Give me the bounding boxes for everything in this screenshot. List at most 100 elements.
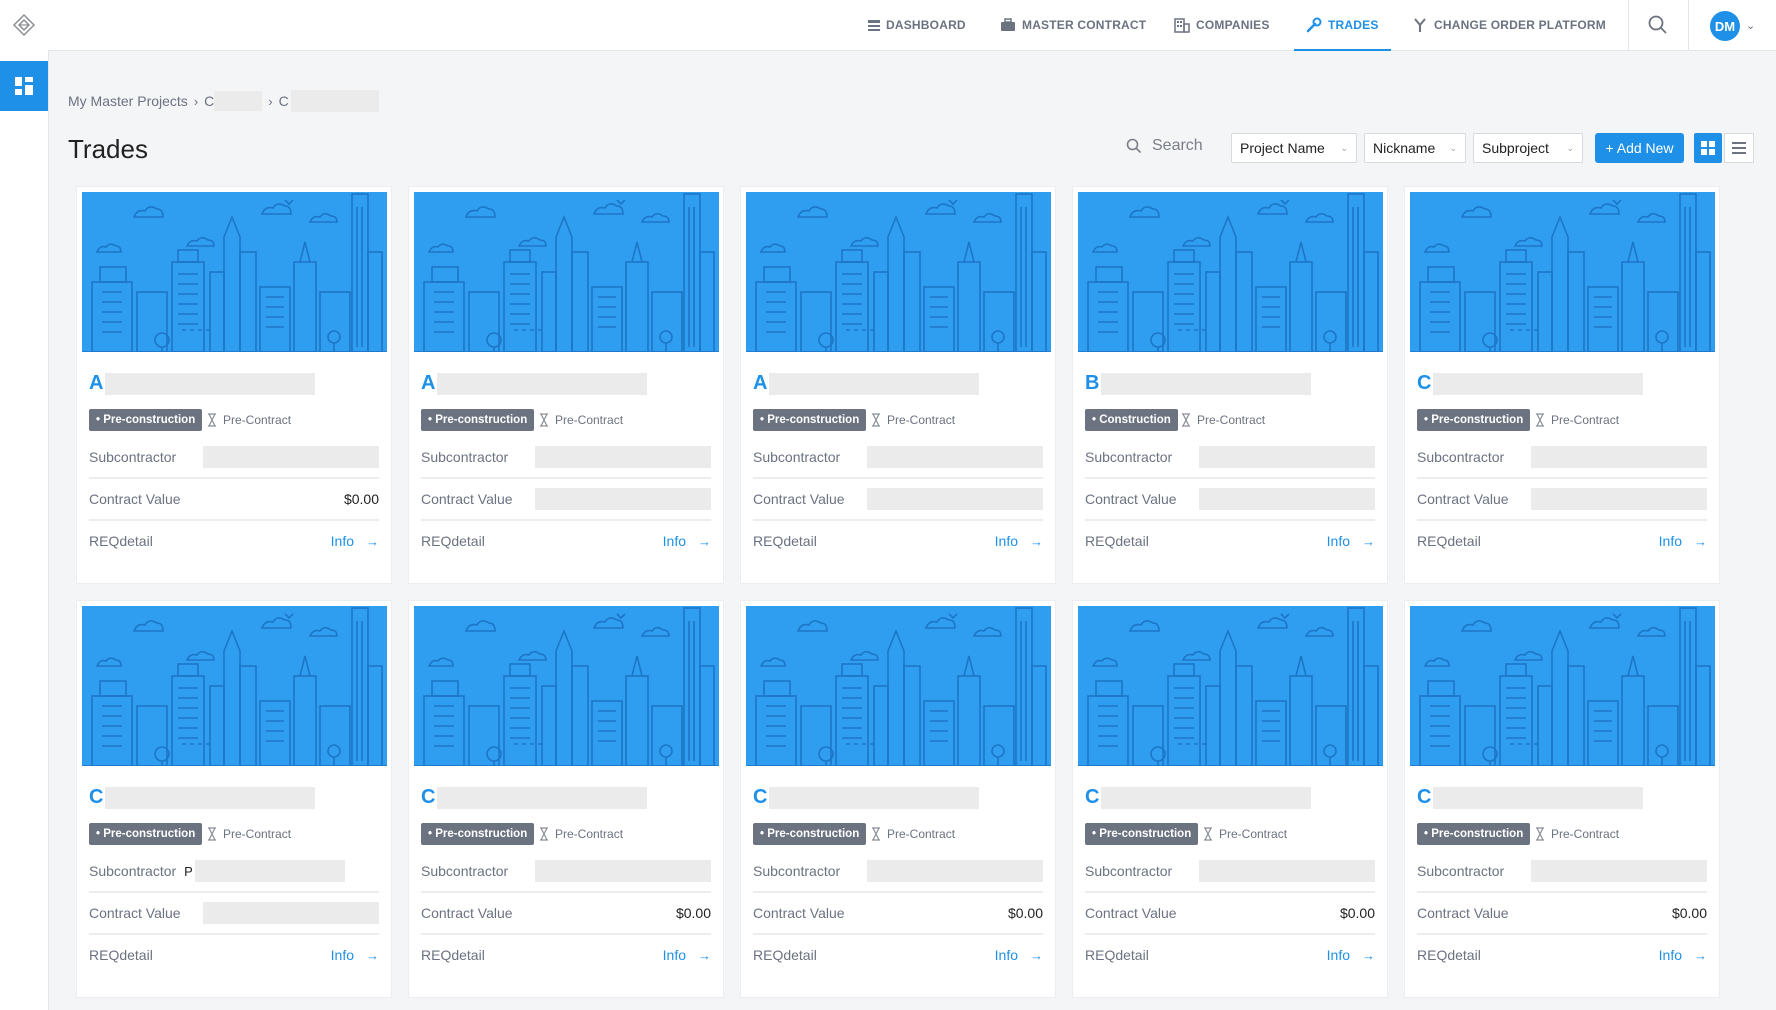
info-link-label: Info: [330, 533, 354, 549]
contract-value: $0.00: [675, 905, 711, 921]
contract-value-label: Contract Value: [1417, 905, 1509, 921]
trade-card-title-text: B: [1085, 372, 1100, 394]
nav-change-order-platform[interactable]: CHANGE ORDER PLATFORM: [1412, 0, 1606, 50]
contract-status-label: Pre-Contract: [1551, 413, 1620, 427]
req-detail-row: REQdetail Info →: [89, 521, 379, 561]
app-logo-icon[interactable]: [12, 13, 36, 37]
trade-card-image[interactable]: [1078, 606, 1383, 766]
trade-card-title[interactable]: B: [1085, 372, 1312, 395]
top-navigation-bar: DASHBOARD MASTER CONTRACT COMPANIES TRAD…: [48, 0, 1776, 51]
nav-master-contract[interactable]: MASTER CONTRACT: [1000, 0, 1146, 50]
contract-status: Pre-Contract: [871, 823, 955, 845]
project-name-filter[interactable]: Project Name ⌄: [1231, 133, 1357, 163]
redacted-block: [437, 786, 648, 809]
projects-grid-nav-button[interactable]: [0, 61, 48, 111]
contract-status: Pre-Contract: [207, 823, 291, 845]
redacted-block: [867, 488, 1043, 510]
trade-card[interactable]: A • Pre-construction Pre-Contract Subcontra…: [408, 186, 724, 584]
req-detail-row: REQdetail Info →: [753, 935, 1043, 975]
trade-card-image[interactable]: [82, 192, 387, 352]
req-detail-label: REQdetail: [421, 947, 485, 963]
city-skyline-illustration: [82, 607, 387, 766]
info-link[interactable]: Info →: [995, 533, 1043, 549]
trade-card-title[interactable]: C: [753, 786, 980, 809]
info-link[interactable]: Info →: [331, 947, 379, 963]
subcontractor-row: Subcontractor: [421, 851, 711, 893]
info-link-label: Info: [994, 533, 1018, 549]
trade-card-title[interactable]: C: [1417, 786, 1644, 809]
hourglass-icon: [1536, 413, 1544, 427]
req-detail-label: REQdetail: [1417, 533, 1481, 549]
trade-card[interactable]: C • Pre-construction Pre-Contract Subcontra…: [76, 600, 392, 998]
trade-card-title[interactable]: C: [89, 786, 316, 809]
info-link[interactable]: Info →: [1327, 947, 1375, 963]
info-link[interactable]: Info →: [1659, 533, 1707, 549]
trade-card-title[interactable]: A: [89, 372, 316, 395]
nav-dashboard[interactable]: DASHBOARD: [868, 0, 966, 50]
redacted-block: [437, 372, 648, 395]
breadcrumb-item[interactable]: C: [279, 93, 289, 109]
trade-card-image[interactable]: [746, 606, 1051, 766]
trade-card-title[interactable]: A: [421, 372, 648, 395]
search-icon[interactable]: [1648, 15, 1668, 40]
project-name-filter-label: Project Name: [1240, 140, 1325, 156]
contract-value-row: Contract Value: [753, 479, 1043, 521]
nickname-filter[interactable]: Nickname ⌄: [1364, 133, 1466, 163]
trade-card[interactable]: A • Pre-construction Pre-Contract Subcontra…: [740, 186, 1056, 584]
contract-status-label: Pre-Contract: [887, 827, 956, 841]
info-link[interactable]: Info →: [663, 533, 711, 549]
subproject-filter[interactable]: Subproject ⌄: [1473, 133, 1583, 163]
trade-card-image[interactable]: [1410, 192, 1715, 352]
trade-card-image[interactable]: [82, 606, 387, 766]
trade-card[interactable]: C • Pre-construction Pre-Contract Subcontra…: [408, 600, 724, 998]
trade-card-image[interactable]: [1410, 606, 1715, 766]
trades-card-grid: A • Pre-construction Pre-Contract Subcontra…: [76, 186, 1720, 998]
subcontractor-row: Subcontractor: [89, 437, 379, 479]
subcontractor-row: Subcontractor: [1417, 437, 1707, 479]
arrow-right-icon: →: [698, 533, 711, 549]
info-link[interactable]: Info →: [331, 533, 379, 549]
list-view-button[interactable]: [1724, 133, 1754, 163]
trade-card[interactable]: C • Pre-construction Pre-Contract Subcontra…: [1072, 600, 1388, 998]
hourglass-icon: [1204, 827, 1212, 841]
chevron-down-icon[interactable]: ⌄: [1746, 19, 1755, 32]
contract-value-row: Contract Value $0.00: [89, 479, 379, 521]
phase-badge: • Pre-construction: [89, 823, 203, 845]
info-link[interactable]: Info →: [1659, 947, 1707, 963]
avatar[interactable]: DM: [1710, 11, 1740, 41]
info-link[interactable]: Info →: [663, 947, 711, 963]
nav-trades[interactable]: TRADES: [1294, 0, 1391, 51]
trade-card[interactable]: C • Pre-construction Pre-Contract Subcontra…: [740, 600, 1056, 998]
subcontractor-label: Subcontractor: [421, 863, 509, 879]
redacted-block: [1433, 372, 1644, 395]
trade-card-title[interactable]: C: [1085, 786, 1312, 809]
nav-companies[interactable]: COMPANIES: [1174, 0, 1270, 50]
trade-card[interactable]: C • Pre-construction Pre-Contract Subcontra…: [1404, 600, 1720, 998]
trade-card-image[interactable]: [414, 606, 719, 766]
breadcrumb-item[interactable]: My Master Projects: [68, 93, 188, 109]
subproject-filter-label: Subproject: [1482, 140, 1549, 156]
redacted-block: [1531, 488, 1707, 510]
trade-card-title[interactable]: A: [753, 372, 980, 395]
info-link[interactable]: Info →: [1327, 533, 1375, 549]
trade-card-title[interactable]: C: [421, 786, 648, 809]
contract-value-label: Contract Value: [753, 905, 845, 921]
redacted-block: [105, 372, 316, 395]
add-new-button[interactable]: + Add New: [1595, 133, 1684, 163]
trade-card[interactable]: C • Pre-construction Pre-Contract Subcontra…: [1404, 186, 1720, 584]
trade-card[interactable]: A • Pre-construction Pre-Contract Subcontra…: [76, 186, 392, 584]
grid-view-button[interactable]: [1694, 133, 1722, 163]
search-input[interactable]: Search: [1126, 137, 1203, 155]
redacted-block: [1531, 446, 1707, 468]
trade-card[interactable]: B • Construction Pre-Contract Subcontractor…: [1072, 186, 1388, 584]
trade-card-image[interactable]: [414, 192, 719, 352]
contract-value: $0.00: [1007, 905, 1043, 921]
trade-card-image[interactable]: [746, 192, 1051, 352]
redacted-block: [1199, 488, 1375, 510]
info-link[interactable]: Info →: [995, 947, 1043, 963]
breadcrumb-item[interactable]: C: [204, 93, 214, 109]
contract-status-label: Pre-Contract: [887, 413, 956, 427]
trade-card-title[interactable]: C: [1417, 372, 1644, 395]
trade-card-image[interactable]: [1078, 192, 1383, 352]
req-detail-row: REQdetail Info →: [1417, 935, 1707, 975]
